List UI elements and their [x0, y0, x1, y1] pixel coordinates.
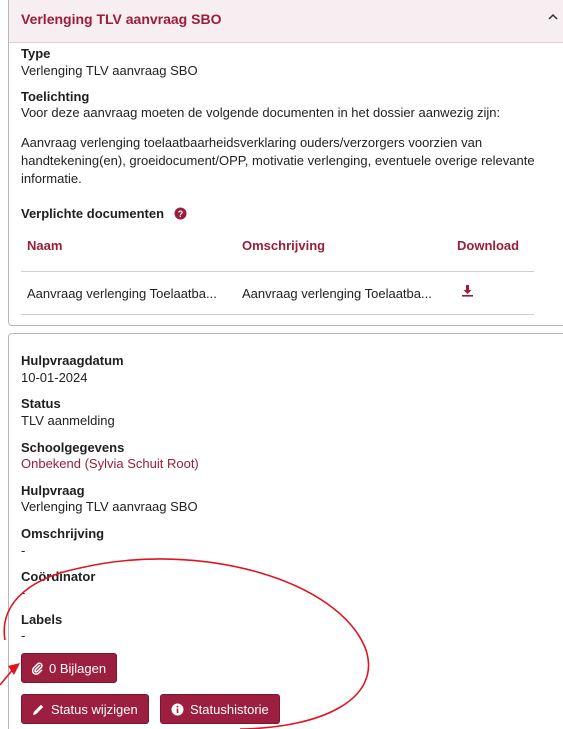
- download-icon[interactable]: [461, 284, 474, 297]
- svg-text:?: ?: [177, 209, 183, 219]
- pencil-icon: [33, 704, 44, 715]
- required-documents-label: Verplichte documenten: [21, 206, 165, 221]
- change-status-button-label: Status wijzigen: [51, 701, 138, 717]
- attachments-button[interactable]: 0 Bijlagen: [21, 653, 118, 683]
- field-label: Hulpvraag: [21, 483, 85, 498]
- toelichting-documents-text: Aanvraag verlenging toelaatbaarheidsverk…: [21, 135, 535, 186]
- column-header-omschrijving[interactable]: Omschrijving: [242, 238, 325, 253]
- column-header-download: Download: [457, 238, 520, 253]
- change-status-button[interactable]: Status wijzigen: [21, 694, 149, 724]
- paperclip-icon: [32, 661, 43, 675]
- field-label: Status: [21, 396, 61, 411]
- field-value: TLV aanmelding: [21, 413, 115, 428]
- info-circle-icon: [171, 703, 184, 715]
- chevron-up-icon[interactable]: [546, 10, 560, 24]
- field-label: Coördinator: [21, 569, 96, 584]
- question-circle-icon[interactable]: ?: [174, 207, 187, 220]
- toelichting-intro: Voor deze aanvraag moeten de volgende do…: [21, 105, 501, 120]
- field-value: Verlenging TLV aanvraag SBO: [21, 499, 198, 514]
- document-name-cell: Aanvraag verlenging Toelaatba...: [27, 286, 217, 301]
- table-divider: [21, 271, 534, 272]
- table-divider: [21, 314, 534, 315]
- toelichting-label: Toelichting: [21, 89, 90, 104]
- school-link[interactable]: Onbekend (Sylvia Schuit Root): [21, 456, 199, 471]
- field-value: -: [21, 543, 26, 558]
- column-header-naam[interactable]: Naam: [27, 238, 62, 253]
- field-value: -: [21, 628, 26, 643]
- status-history-button[interactable]: Statushistorie: [160, 694, 280, 724]
- field-label: Labels: [21, 612, 63, 627]
- card-header[interactable]: Verlenging TLV aanvraag SBO: [9, 0, 563, 43]
- status-history-button-label: Statushistorie: [190, 701, 269, 717]
- required-documents-heading: Verplichte documenten ?: [21, 206, 187, 221]
- field-label: Omschrijving: [21, 526, 105, 541]
- type-value: Verlenging TLV aanvraag SBO: [21, 63, 198, 78]
- attachments-button-label: 0 Bijlagen: [49, 660, 107, 676]
- field-value: -: [21, 585, 26, 600]
- type-label: Type: [21, 46, 51, 61]
- field-label: Schoolgegevens: [21, 440, 125, 455]
- field-value: 10-01-2024: [21, 370, 88, 385]
- card-title: Verlenging TLV aanvraag SBO: [21, 11, 222, 27]
- document-description-cell: Aanvraag verlenging Toelaatba...: [242, 286, 432, 301]
- field-label: Hulpvraagdatum: [21, 353, 124, 368]
